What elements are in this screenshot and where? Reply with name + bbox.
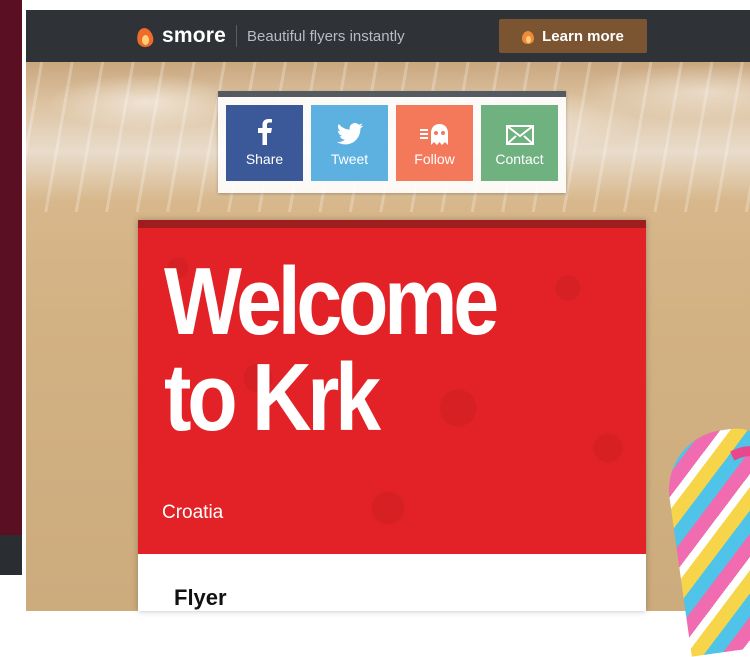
tweet-button[interactable]: Tweet [311,105,388,181]
share-panel: Share Tweet Follow Contact [218,91,566,193]
contact-label: Contact [495,151,544,167]
left-edge-bar [0,0,22,535]
twitter-icon [311,105,388,145]
flyer-card: Welcome to Krk Croatia Flyer [138,220,646,611]
follow-icon [396,105,473,145]
flyer-hero: Welcome to Krk Croatia [138,228,646,554]
learn-more-button[interactable]: Learn more [499,19,647,53]
left-edge [0,0,26,611]
follow-button[interactable]: Follow [396,105,473,181]
flame-icon [522,29,535,44]
brand-separator [236,25,238,47]
top-bar: smore Beautiful flyers instantly Learn m… [26,10,750,62]
card-top-strip [138,220,646,228]
flame-logo-icon [136,25,154,47]
tweet-label: Tweet [330,151,369,167]
follow-label: Follow [414,151,455,167]
tagline: Beautiful flyers instantly [247,27,405,45]
section-title: Flyer [174,585,227,610]
flyer-title: Welcome to Krk [164,248,499,451]
facebook-icon [226,105,303,145]
left-edge-footer [0,535,22,575]
learn-more-label: Learn more [542,27,624,45]
brand-name: smore [162,24,227,47]
brand[interactable]: smore Beautiful flyers instantly [136,10,405,62]
share-label: Share [245,151,284,167]
share-button[interactable]: Share [226,105,303,181]
flyer-subtitle: Croatia [162,502,224,523]
envelope-icon [481,105,558,145]
contact-button[interactable]: Contact [481,105,558,181]
